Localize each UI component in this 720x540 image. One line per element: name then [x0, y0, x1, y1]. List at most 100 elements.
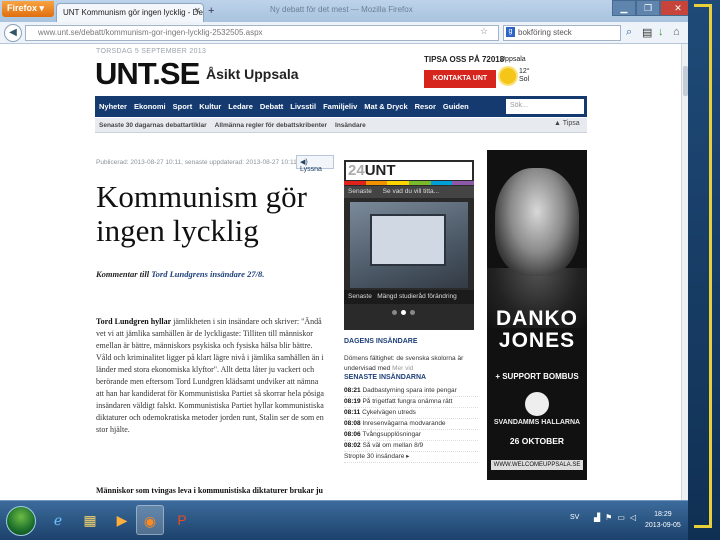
list-item[interactable]: 08:11 Cykelvägen utreds [344, 408, 478, 419]
media-player-icon[interactable]: ▶ [108, 505, 136, 535]
ad-date: 26 OKTOBER [509, 436, 565, 446]
nav-item-ekonomi[interactable]: Ekonomi [134, 102, 166, 111]
flag-icon[interactable]: ⚑ [605, 513, 612, 522]
item-time: 08:21 [344, 387, 361, 394]
item-time: 08:06 [344, 431, 361, 438]
clock-time: 18:29 [654, 511, 672, 518]
clock-date: 2013-09-05 [645, 522, 681, 529]
list-item[interactable]: 08:08 Inresenvägarna modvarande [344, 419, 478, 430]
weather-desc: Sol [519, 76, 530, 83]
contact-button[interactable]: KONTAKTA UNT [424, 70, 496, 88]
weather-temp-value: 12° [519, 68, 530, 75]
nav-item-familjeliv[interactable]: Familjeliv [323, 102, 357, 111]
item-text: Cykelvägen utreds [362, 409, 416, 416]
screen: Firefox ▾ UNT Kommunism gör ingen lyckli… [0, 0, 688, 540]
nav-item-resor[interactable]: Resor [415, 102, 436, 111]
firefox-taskbar-icon[interactable]: ◉ [136, 505, 164, 535]
browser-tab[interactable]: UNT Kommunism gör ingen lycklig - Debatt… [56, 3, 204, 22]
home-icon[interactable]: ⌂ [673, 26, 680, 38]
minimize-icon[interactable]: ▁ [612, 0, 636, 16]
list-item[interactable]: 08:06 Tvångsupplösningar [344, 430, 478, 441]
listen-button[interactable]: ◀) Lyssna [296, 155, 334, 173]
close-icon[interactable]: ✕ [660, 0, 688, 16]
maximize-icon[interactable]: ❐ [636, 0, 660, 16]
site-logo[interactable]: UNT.SE [95, 56, 200, 92]
nav-item-ledare[interactable]: Ledare [228, 102, 253, 111]
new-tab-icon[interactable]: + [208, 5, 214, 17]
video-screen-image [370, 214, 446, 266]
search-icon[interactable]: ⌕ [626, 26, 632, 39]
subnav-item-recent[interactable]: Senaste 30 dagarnas debattartiklar [99, 122, 207, 129]
subnav-item-rules[interactable]: Allmänna regler för debattskribenter [215, 122, 327, 129]
sun-icon [500, 68, 516, 84]
url-bar[interactable]: www.unt.se/debatt/kommunism-gor-ingen-ly… [25, 25, 499, 41]
list-item[interactable]: 08:02 Så väl om mellan 8/9 [344, 441, 478, 452]
stripe-segment [452, 181, 475, 185]
web-page: TORSDAG 5 SEPTEMBER 2013 UNT.SE Åsikt Up… [0, 44, 688, 500]
list-item[interactable]: 08:21 Dadbastyrning spara inte pengar [344, 386, 478, 397]
download-arrow-icon[interactable]: ↓ [658, 26, 664, 38]
concert-advertisement[interactable]: DANKO JONES + SUPPORT BOMBUS SVANDAMMS H… [487, 150, 587, 480]
system-tray: ▟ ⚑ ▭ ◁ [594, 513, 641, 522]
network-icon[interactable]: ▟ [594, 513, 600, 522]
site-search-input[interactable]: Sök... [506, 99, 584, 114]
carousel-dot[interactable] [392, 310, 397, 315]
insandare-list: 08:21 Dadbastyrning spara inte pengar 08… [344, 386, 478, 463]
ad-url: WWW.WELCOMEUPPSALA.SE [491, 460, 583, 470]
dagens-link[interactable]: Mer vid [392, 365, 413, 372]
page-date: TORSDAG 5 SEPTEMBER 2013 [96, 48, 207, 55]
insandare-heading[interactable]: SENASTE INSÄNDARNA [344, 374, 426, 381]
widget-caption[interactable]: Senaste Mängd studieråd förändring [344, 290, 474, 304]
file-explorer-icon[interactable]: ▦ [76, 505, 104, 535]
powerpoint-icon[interactable]: P [168, 505, 196, 535]
item-time: 08:19 [344, 398, 361, 405]
dagens-heading[interactable]: DAGENS INSÄNDARE [344, 338, 418, 345]
monitor-icon[interactable]: ▭ [617, 513, 625, 522]
ad-title: DANKO JONES [496, 307, 578, 352]
nav-item-nyheter[interactable]: Nyheter [99, 102, 127, 111]
ad-support: + SUPPORT BOMBUS [495, 372, 579, 381]
volume-icon[interactable]: ◁ [630, 513, 636, 522]
article-lead: Kommentar till Tord Lundgrens insändare … [96, 268, 320, 280]
page-scrollbar[interactable] [681, 44, 688, 500]
stripe-segment [387, 181, 410, 185]
carousel-dot[interactable] [410, 310, 415, 315]
carousel-dot-active[interactable] [401, 310, 406, 315]
stripe-segment [430, 181, 453, 185]
nav-item-debatt[interactable]: Debatt [260, 102, 283, 111]
nav-item-mat-dryck[interactable]: Mat & Dryck [364, 102, 407, 111]
nav-item-livsstil[interactable]: Livsstil [290, 102, 316, 111]
start-button-icon[interactable] [6, 506, 36, 536]
list-item[interactable]: 08:19 På trigetfatt fungra onämna rätt [344, 397, 478, 408]
firefox-menu-button[interactable]: Firefox ▾ [2, 1, 54, 17]
bookmark-star-icon[interactable]: ☆ [480, 26, 488, 37]
weather-temp: 12° Sol [519, 68, 530, 84]
browser-search-input[interactable]: bokföring steck [503, 25, 621, 41]
language-indicator[interactable]: SV [570, 514, 579, 521]
nav-item-kultur[interactable]: Kultur [199, 102, 221, 111]
search-engine-icon[interactable]: g [506, 27, 515, 37]
nav-item-sport[interactable]: Sport [173, 102, 193, 111]
back-arrow-icon[interactable]: ◀ [4, 24, 22, 42]
internet-explorer-icon[interactable]: ℯ [44, 505, 72, 535]
scroll-thumb[interactable] [683, 66, 688, 96]
yellow-bracket-annotation [694, 4, 712, 528]
lead-link[interactable]: Tord Lundgrens insändare 27/8. [151, 269, 264, 279]
body-text: jämlikheten i sin insändare och skriver:… [96, 317, 324, 434]
widget-logo: 24UNT [346, 162, 472, 180]
widget-video-thumbnail[interactable] [350, 202, 468, 288]
bookmarks-icon[interactable]: ▤ [642, 26, 652, 39]
nav-item-guiden[interactable]: Guiden [443, 102, 469, 111]
list-item[interactable]: Stropte 30 insändare ▸ [344, 452, 478, 463]
tipsa-link[interactable]: ▲ Tipsa [554, 120, 580, 127]
ad-venue: SVANDAMMS HALLARNA [493, 419, 581, 426]
item-text: På trigetfatt fungra onämna rätt [362, 398, 453, 405]
widget-color-stripe [344, 181, 475, 185]
dagens-text: Dömens fältighet: de svenska skolorna är… [344, 354, 474, 374]
subnav-item-insandare[interactable]: Insändare [335, 122, 366, 129]
tab-close-icon[interactable]: ✕ [194, 6, 201, 15]
widget-tabs[interactable]: Senaste Se vad du vill titta... [344, 186, 474, 198]
taskbar-clock[interactable]: 18:29 2013-09-05 [645, 509, 681, 531]
article-body: Tord Lundgren hyllar jämlikheten i sin i… [96, 316, 326, 436]
item-text: Stropte 30 insändare ▸ [344, 453, 410, 460]
